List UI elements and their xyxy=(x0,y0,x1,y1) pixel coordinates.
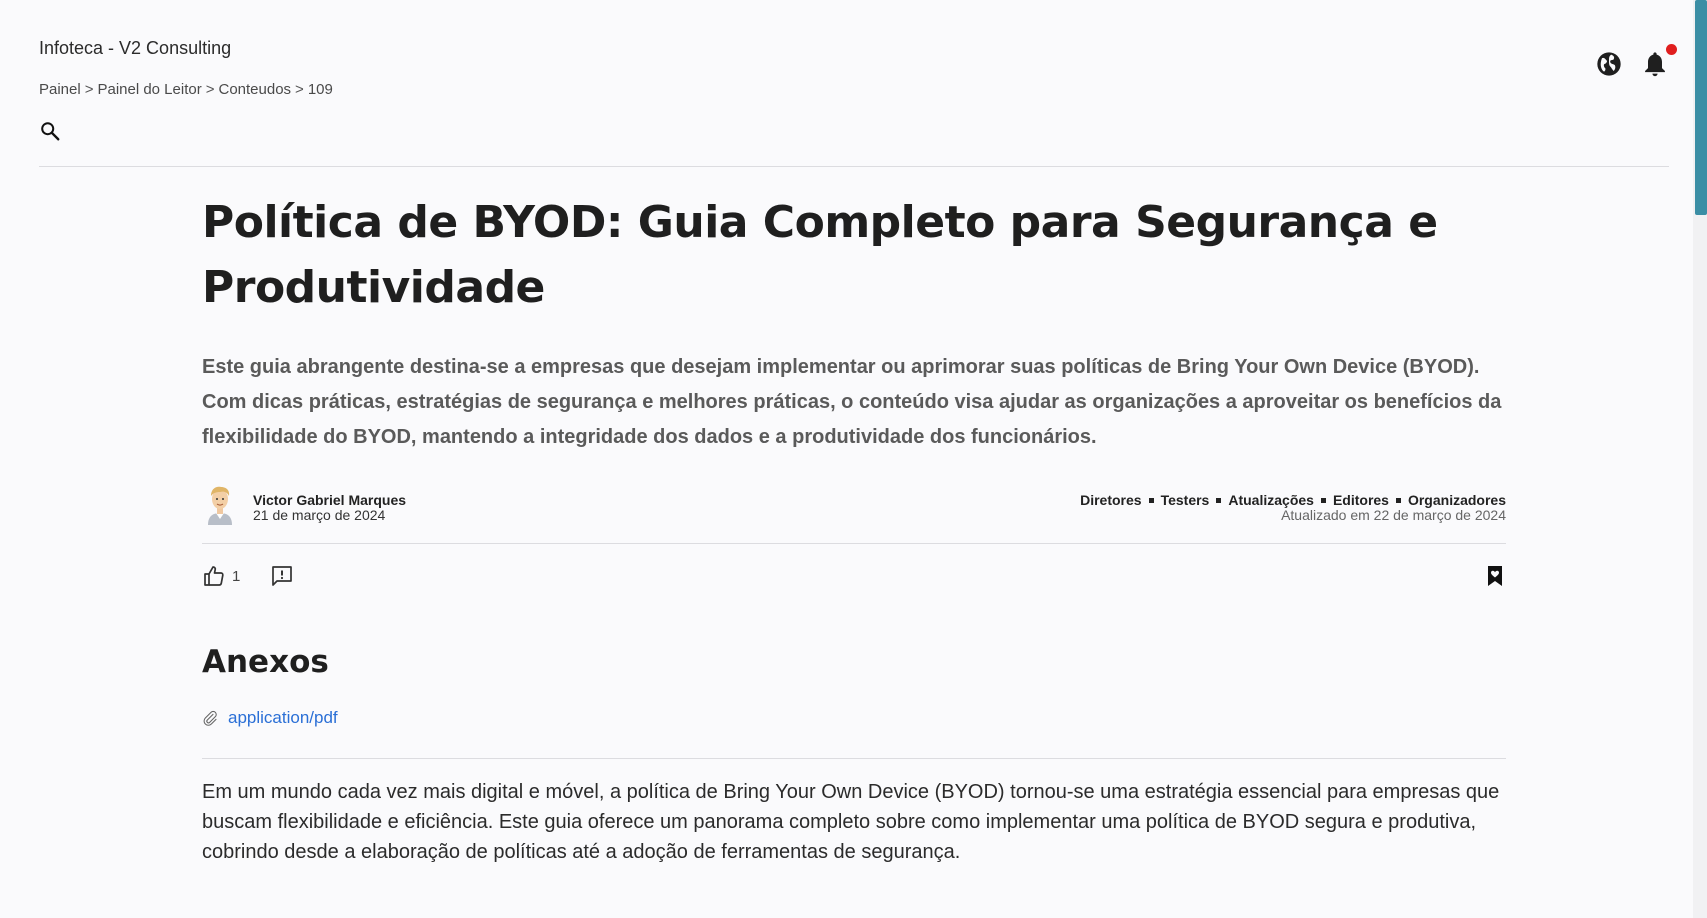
audience-tag: Diretores xyxy=(1080,492,1142,508)
app-title: Infoteca - V2 Consulting xyxy=(39,38,232,58)
separator-dot xyxy=(1395,497,1401,503)
breadcrumb: Painel > Painel do Leitor > Conteudos >109 xyxy=(39,81,333,98)
page: Infoteca - V2 Consulting Painel > Painel d… xyxy=(0,0,1707,918)
audience-tags: Diretores Testers Atualizações Editores Orga… xyxy=(1080,492,1506,508)
article-actions: 1 xyxy=(202,544,1506,610)
scrollbar-thumb[interactable] xyxy=(1695,0,1707,215)
audience-tag: Editores xyxy=(1332,492,1389,508)
top-header: Infoteca - V2 Consulting Painel > Painel d… xyxy=(39,0,1677,167)
bookmark-button[interactable] xyxy=(1484,564,1506,593)
article-title: Política de BYOD: Guia Completo para Seg… xyxy=(202,197,1438,313)
breadcrumb-item-conteudos[interactable]: Conteudos xyxy=(218,81,291,98)
notifications-button[interactable] xyxy=(1641,44,1677,78)
like-button[interactable]: 1 xyxy=(202,564,240,588)
like-count: 1 xyxy=(232,567,241,585)
search-icon xyxy=(41,122,60,141)
audience-tag: Testers xyxy=(1160,492,1210,508)
attachments-title: Anexos xyxy=(202,644,329,680)
separator-dot xyxy=(1320,497,1326,503)
audience-tag: Atualizações xyxy=(1228,492,1314,508)
article-body: Em um mundo cada vez mais digital e móve… xyxy=(202,781,1500,863)
avatar xyxy=(202,483,238,525)
attachment-item: application/pdf xyxy=(202,706,1506,730)
article-summary: Este guia abrangente destina-se a empres… xyxy=(202,356,1502,448)
breadcrumb-item-painel-do-leitor[interactable]: Painel do Leitor xyxy=(97,81,201,98)
audience-tag: Organizadores xyxy=(1407,492,1506,508)
breadcrumb-item-painel[interactable]: Painel xyxy=(39,81,81,98)
breadcrumb-separator: > xyxy=(84,81,94,98)
bookmark-heart-icon xyxy=(1488,566,1502,586)
article: Política de BYOD: Guia Completo para Seg… xyxy=(202,190,1506,867)
article-meta: Victor Gabriel Marques 21 de março de 20… xyxy=(202,481,1506,529)
paperclip-icon xyxy=(203,710,217,726)
publish-date: 21 de março de 2024 xyxy=(253,507,386,523)
breadcrumb-separator: > xyxy=(295,81,304,98)
attachment-link[interactable]: application/pdf xyxy=(228,708,338,728)
notification-badge xyxy=(1666,44,1677,55)
language-button[interactable] xyxy=(1595,50,1623,78)
thumbs-up-icon xyxy=(204,566,224,586)
header-actions xyxy=(1595,44,1677,78)
updated-date: Atualizado em 22 de março de 2024 xyxy=(1281,507,1506,523)
report-button[interactable] xyxy=(270,564,294,593)
author-name[interactable]: Victor Gabriel Marques xyxy=(253,492,406,508)
search-button[interactable] xyxy=(39,120,61,142)
report-comment-icon xyxy=(272,566,292,586)
bell-icon xyxy=(1645,52,1665,77)
separator-dot xyxy=(1216,497,1222,503)
breadcrumb-separator: > xyxy=(205,81,215,98)
breadcrumb-item-current: 109 xyxy=(307,81,333,98)
scrollbar[interactable] xyxy=(1693,0,1707,918)
separator-dot xyxy=(1148,497,1154,503)
content-divider xyxy=(202,758,1506,759)
globe-icon xyxy=(1597,52,1621,76)
